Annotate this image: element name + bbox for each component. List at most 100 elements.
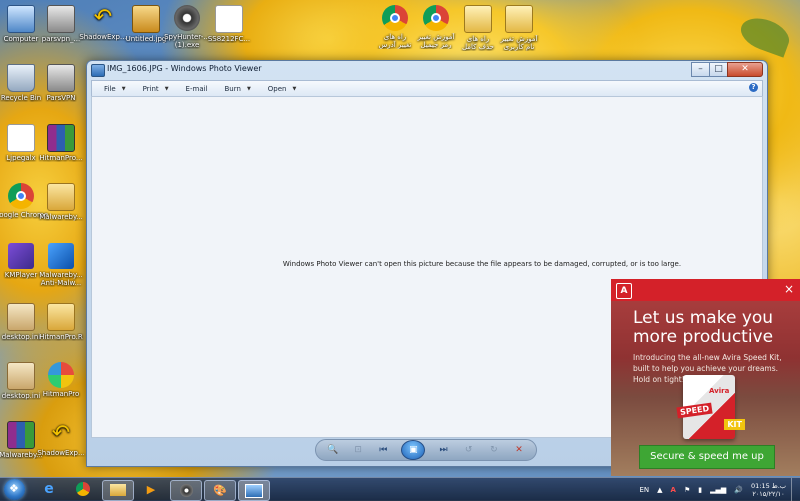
chrome-icon bbox=[8, 183, 34, 209]
volume-icon[interactable]: 🔊 bbox=[734, 486, 743, 494]
help-icon[interactable]: ? bbox=[749, 83, 758, 92]
minimize-button[interactable]: – bbox=[691, 62, 710, 77]
computer-icon bbox=[7, 5, 35, 33]
error-message: Windows Photo Viewer can't open this pic… bbox=[282, 260, 682, 268]
paint-icon: 🎨 bbox=[213, 484, 227, 497]
speed-kit-speed-label: SPEED bbox=[676, 402, 713, 419]
malwarebytes-icon bbox=[48, 243, 74, 269]
desktop-icon-label: HitmanPro... bbox=[39, 154, 83, 162]
desktop-icon-ss8212[interactable]: SS8212FC... bbox=[200, 5, 258, 43]
window-titlebar[interactable]: IMG_1606.JPG - Windows Photo Viewer – □ … bbox=[87, 61, 767, 79]
desktop-icon-malwarebytes[interactable]: Malwareby... Anti-Malw... bbox=[32, 243, 90, 287]
avira-headline-line1: Let us make you bbox=[633, 308, 774, 328]
slideshow-button[interactable]: ▣ bbox=[401, 440, 426, 460]
desktop-icon-label: ﺁﻣﻮﺯﺵ ﺗﻐﯿﯿﺮ ﻧﺎﻡ ﮐﺎﺭﺑﺮی bbox=[500, 35, 538, 51]
settings-file-icon bbox=[7, 362, 35, 390]
avira-header: A × bbox=[611, 279, 800, 301]
avira-notification-popup: A × Let us make you more productive Intr… bbox=[611, 279, 800, 476]
vpn-icon bbox=[47, 5, 75, 33]
desktop-icon-hitmanpro[interactable]: HitmanPro bbox=[32, 362, 90, 398]
settings-file-icon bbox=[7, 303, 35, 331]
explorer-icon bbox=[110, 484, 126, 496]
media-player-icon: ▶ bbox=[146, 483, 156, 496]
speed-kit-brand: Avira bbox=[709, 387, 730, 395]
close-button[interactable]: ✕ bbox=[727, 62, 763, 77]
desktop-icon-shadowexplorer-2[interactable]: ↶ ShadowExp... bbox=[32, 421, 90, 457]
hitmanpro-icon bbox=[48, 362, 74, 388]
rotate-counterclockwise-icon[interactable]: ↺ bbox=[462, 444, 476, 456]
network-icon[interactable]: ▮ bbox=[698, 486, 702, 494]
taskbar-chrome[interactable] bbox=[68, 480, 98, 499]
secure-speed-button[interactable]: Secure & speed me up bbox=[639, 445, 775, 469]
desktop-icon-malwarebytes-folder[interactable]: Malwareby... bbox=[32, 183, 90, 221]
menu-burn[interactable]: Burn ▼ bbox=[225, 85, 251, 93]
vpn-icon bbox=[47, 64, 75, 92]
show-desktop-button[interactable] bbox=[791, 478, 800, 501]
recycle-bin-icon bbox=[7, 64, 35, 92]
winrar-icon bbox=[7, 421, 35, 449]
menu-burn-label: Burn bbox=[224, 84, 241, 93]
start-button[interactable] bbox=[4, 479, 25, 500]
previous-icon[interactable]: ⏮ bbox=[376, 444, 390, 456]
taskbar-spyhunter[interactable] bbox=[170, 480, 202, 501]
caption-buttons: – □ ✕ bbox=[691, 62, 763, 77]
menu-file[interactable]: File ▼ bbox=[104, 85, 126, 93]
avira-close-icon[interactable]: × bbox=[784, 282, 794, 296]
desktop-icon-label: Malwareby... Anti-Malw... bbox=[39, 271, 83, 287]
photo-viewer-app-icon bbox=[91, 64, 105, 77]
chevron-down-icon: ▼ bbox=[121, 85, 126, 92]
menu-print[interactable]: Print ▼ bbox=[143, 85, 169, 93]
show-hidden-icons-icon[interactable]: ▲ bbox=[657, 486, 662, 494]
kmplayer-icon bbox=[8, 243, 34, 269]
chevron-down-icon: ▼ bbox=[246, 85, 251, 92]
taskbar-paint[interactable]: 🎨 bbox=[204, 480, 236, 501]
avira-headline: Let us make you more productive bbox=[633, 309, 773, 347]
desktop-icon-hitmanpro-archive[interactable]: HitmanPro... bbox=[32, 124, 90, 162]
photo-viewer-icon bbox=[245, 484, 263, 498]
avira-tray-icon[interactable]: A bbox=[671, 486, 676, 494]
actual-size-icon[interactable]: ⊡ bbox=[351, 444, 365, 456]
maximize-button[interactable]: □ bbox=[709, 62, 728, 77]
system-tray: EN ▲ A ⚑ ▮ ▂▄▆ 🔊 01:15 ب.ظ ۲۰۱۵/۲۲/۱۰ bbox=[639, 478, 800, 501]
menu-print-label: Print bbox=[142, 84, 159, 93]
next-icon[interactable]: ⏭ bbox=[437, 444, 451, 456]
menu-email[interactable]: E-mail bbox=[186, 85, 208, 93]
desktop-icon-label: SS8212FC... bbox=[207, 35, 251, 43]
image-file-icon bbox=[132, 5, 160, 33]
desktop-icon-persian-folder-2[interactable]: ﺁﻣﻮﺯﺵ ﺗﻐﯿﯿﺮ ﻧﺎﻡ ﮐﺎﺭﺑﺮی bbox=[490, 5, 548, 51]
spyhunter-icon bbox=[174, 5, 200, 31]
menu-open[interactable]: Open ▼ bbox=[268, 85, 297, 93]
taskbar-ie[interactable]: e bbox=[34, 480, 64, 499]
chevron-down-icon: ▼ bbox=[164, 85, 169, 92]
taskbar-photo-viewer[interactable] bbox=[238, 480, 270, 501]
delete-icon[interactable]: ✕ bbox=[512, 444, 526, 456]
zoom-icon[interactable]: 🔍 bbox=[326, 444, 340, 456]
chrome-icon bbox=[423, 5, 449, 31]
desktop-icon-parsvpn[interactable]: ParsVPN bbox=[32, 64, 90, 102]
folder-icon bbox=[47, 183, 75, 211]
command-bar: File ▼ Print ▼ E-mail Burn ▼ Open ▼ ? bbox=[91, 80, 763, 97]
taskbar-media-player[interactable]: ▶ bbox=[136, 480, 166, 499]
clock[interactable]: 01:15 ب.ظ ۲۰۱۵/۲۲/۱۰ bbox=[751, 482, 786, 498]
rotate-clockwise-icon[interactable]: ↻ bbox=[487, 444, 501, 456]
document-icon bbox=[215, 5, 243, 33]
chrome-icon bbox=[382, 5, 408, 31]
shortcut-arrow-icon: ↶ bbox=[93, 5, 113, 30]
desktop-icon-hitmanpro-r[interactable]: HitmanPro.R bbox=[32, 303, 90, 341]
ie-icon: e bbox=[44, 481, 54, 497]
menu-email-label: E-mail bbox=[185, 84, 208, 93]
taskbar-explorer[interactable] bbox=[102, 480, 134, 501]
desktop-icon-label: ParsVPN bbox=[46, 94, 76, 102]
clock-time: 01:15 ب.ظ bbox=[750, 481, 786, 490]
desktop-icon-label: Malwareby... bbox=[39, 213, 83, 221]
window-title: IMG_1606.JPG - Windows Photo Viewer bbox=[107, 64, 262, 73]
shortcut-arrow-icon: ↶ bbox=[51, 421, 71, 446]
menu-file-label: File bbox=[104, 84, 116, 93]
folder-file-icon bbox=[505, 5, 533, 33]
flag-icon[interactable]: ⚑ bbox=[684, 486, 690, 494]
signal-icon[interactable]: ▂▄▆ bbox=[710, 486, 726, 494]
chevron-down-icon: ▼ bbox=[292, 85, 297, 92]
language-indicator[interactable]: EN bbox=[639, 486, 649, 494]
chrome-icon bbox=[76, 482, 90, 496]
avira-headline-line2: more productive bbox=[633, 327, 774, 347]
